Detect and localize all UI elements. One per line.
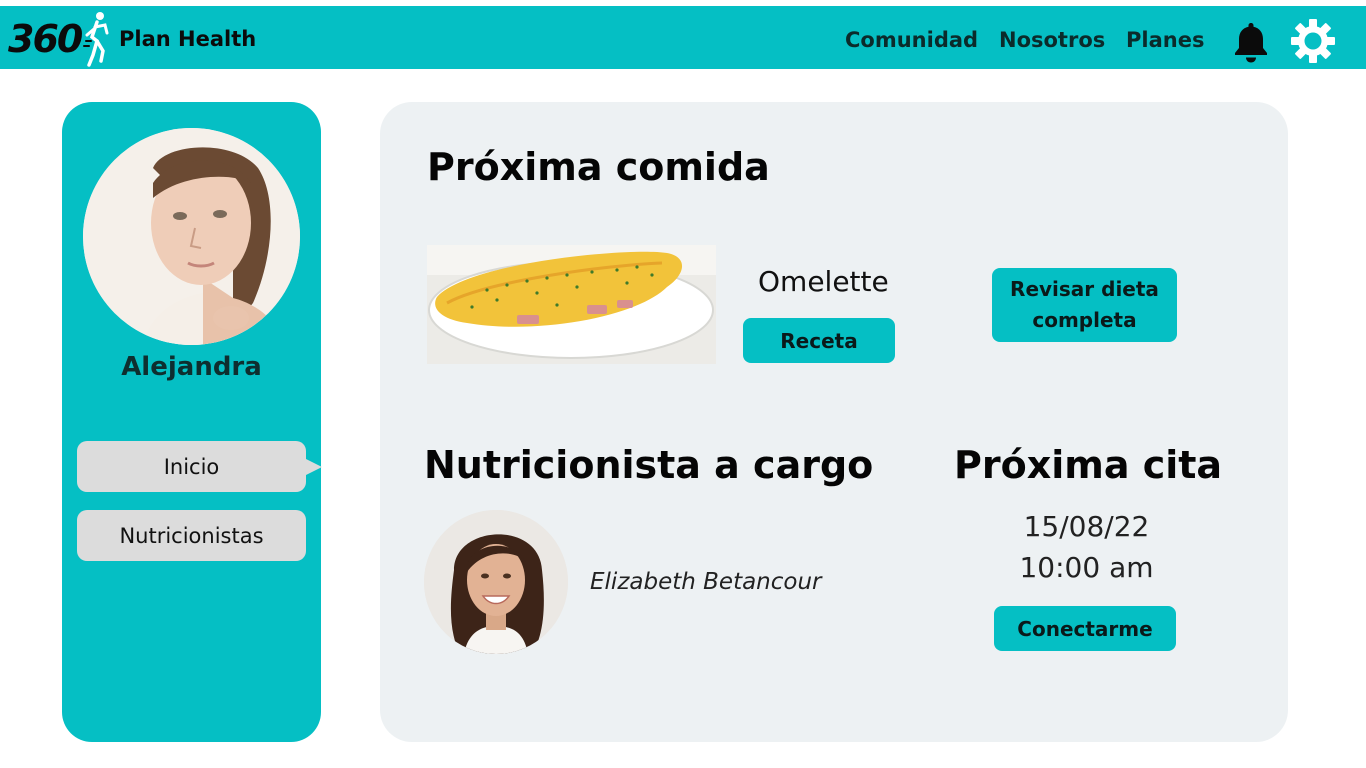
meal-name: Omelette [758,265,889,298]
bell-icon[interactable] [1232,20,1270,64]
nutritionist-portrait-image [424,510,568,654]
nav-comunidad[interactable]: Comunidad [845,28,978,52]
sidebar-item-inicio[interactable]: Inicio [77,441,306,492]
brand-name[interactable]: Plan Health [119,27,256,51]
dashboard-card: Próxima comida Omelette Receta Revisar d… [380,102,1288,742]
omelette-image [427,245,716,364]
recipe-button[interactable]: Receta [743,318,895,363]
appointment-date: 15/08/22 [1023,510,1150,543]
sidebar: Alejandra Inicio Nutricionistas [62,102,322,742]
app-logo[interactable]: 360 [8,12,109,67]
top-navigation-bar: 360 Plan Health Comunidad Nosotros Plane… [0,6,1366,69]
sidebar-item-label: Nutricionistas [119,523,264,548]
active-item-pointer [306,459,322,475]
next-meal-title: Próxima comida [427,145,770,189]
user-avatar[interactable] [83,128,300,345]
gear-icon[interactable] [1290,18,1336,64]
logo-text: 360 [8,17,83,61]
connect-button[interactable]: Conectarme [994,606,1176,651]
appointment-time: 10:00 am [1019,551,1154,584]
sidebar-item-nutricionistas[interactable]: Nutricionistas [77,510,306,561]
nutritionist-avatar[interactable] [424,510,568,654]
review-diet-button[interactable]: Revisar dieta completa [992,268,1177,342]
nav-nosotros[interactable]: Nosotros [999,28,1105,52]
user-portrait-image [83,128,300,345]
appointment-title: Próxima cita [954,443,1223,487]
meal-image[interactable] [427,245,716,364]
nutritionist-title: Nutricionista a cargo [424,443,874,487]
sidebar-item-label: Inicio [163,454,220,479]
nav-planes[interactable]: Planes [1126,28,1204,52]
runner-logo-icon [83,12,109,67]
user-name: Alejandra [121,352,262,382]
nutritionist-name: Elizabeth Betancour [590,569,822,595]
